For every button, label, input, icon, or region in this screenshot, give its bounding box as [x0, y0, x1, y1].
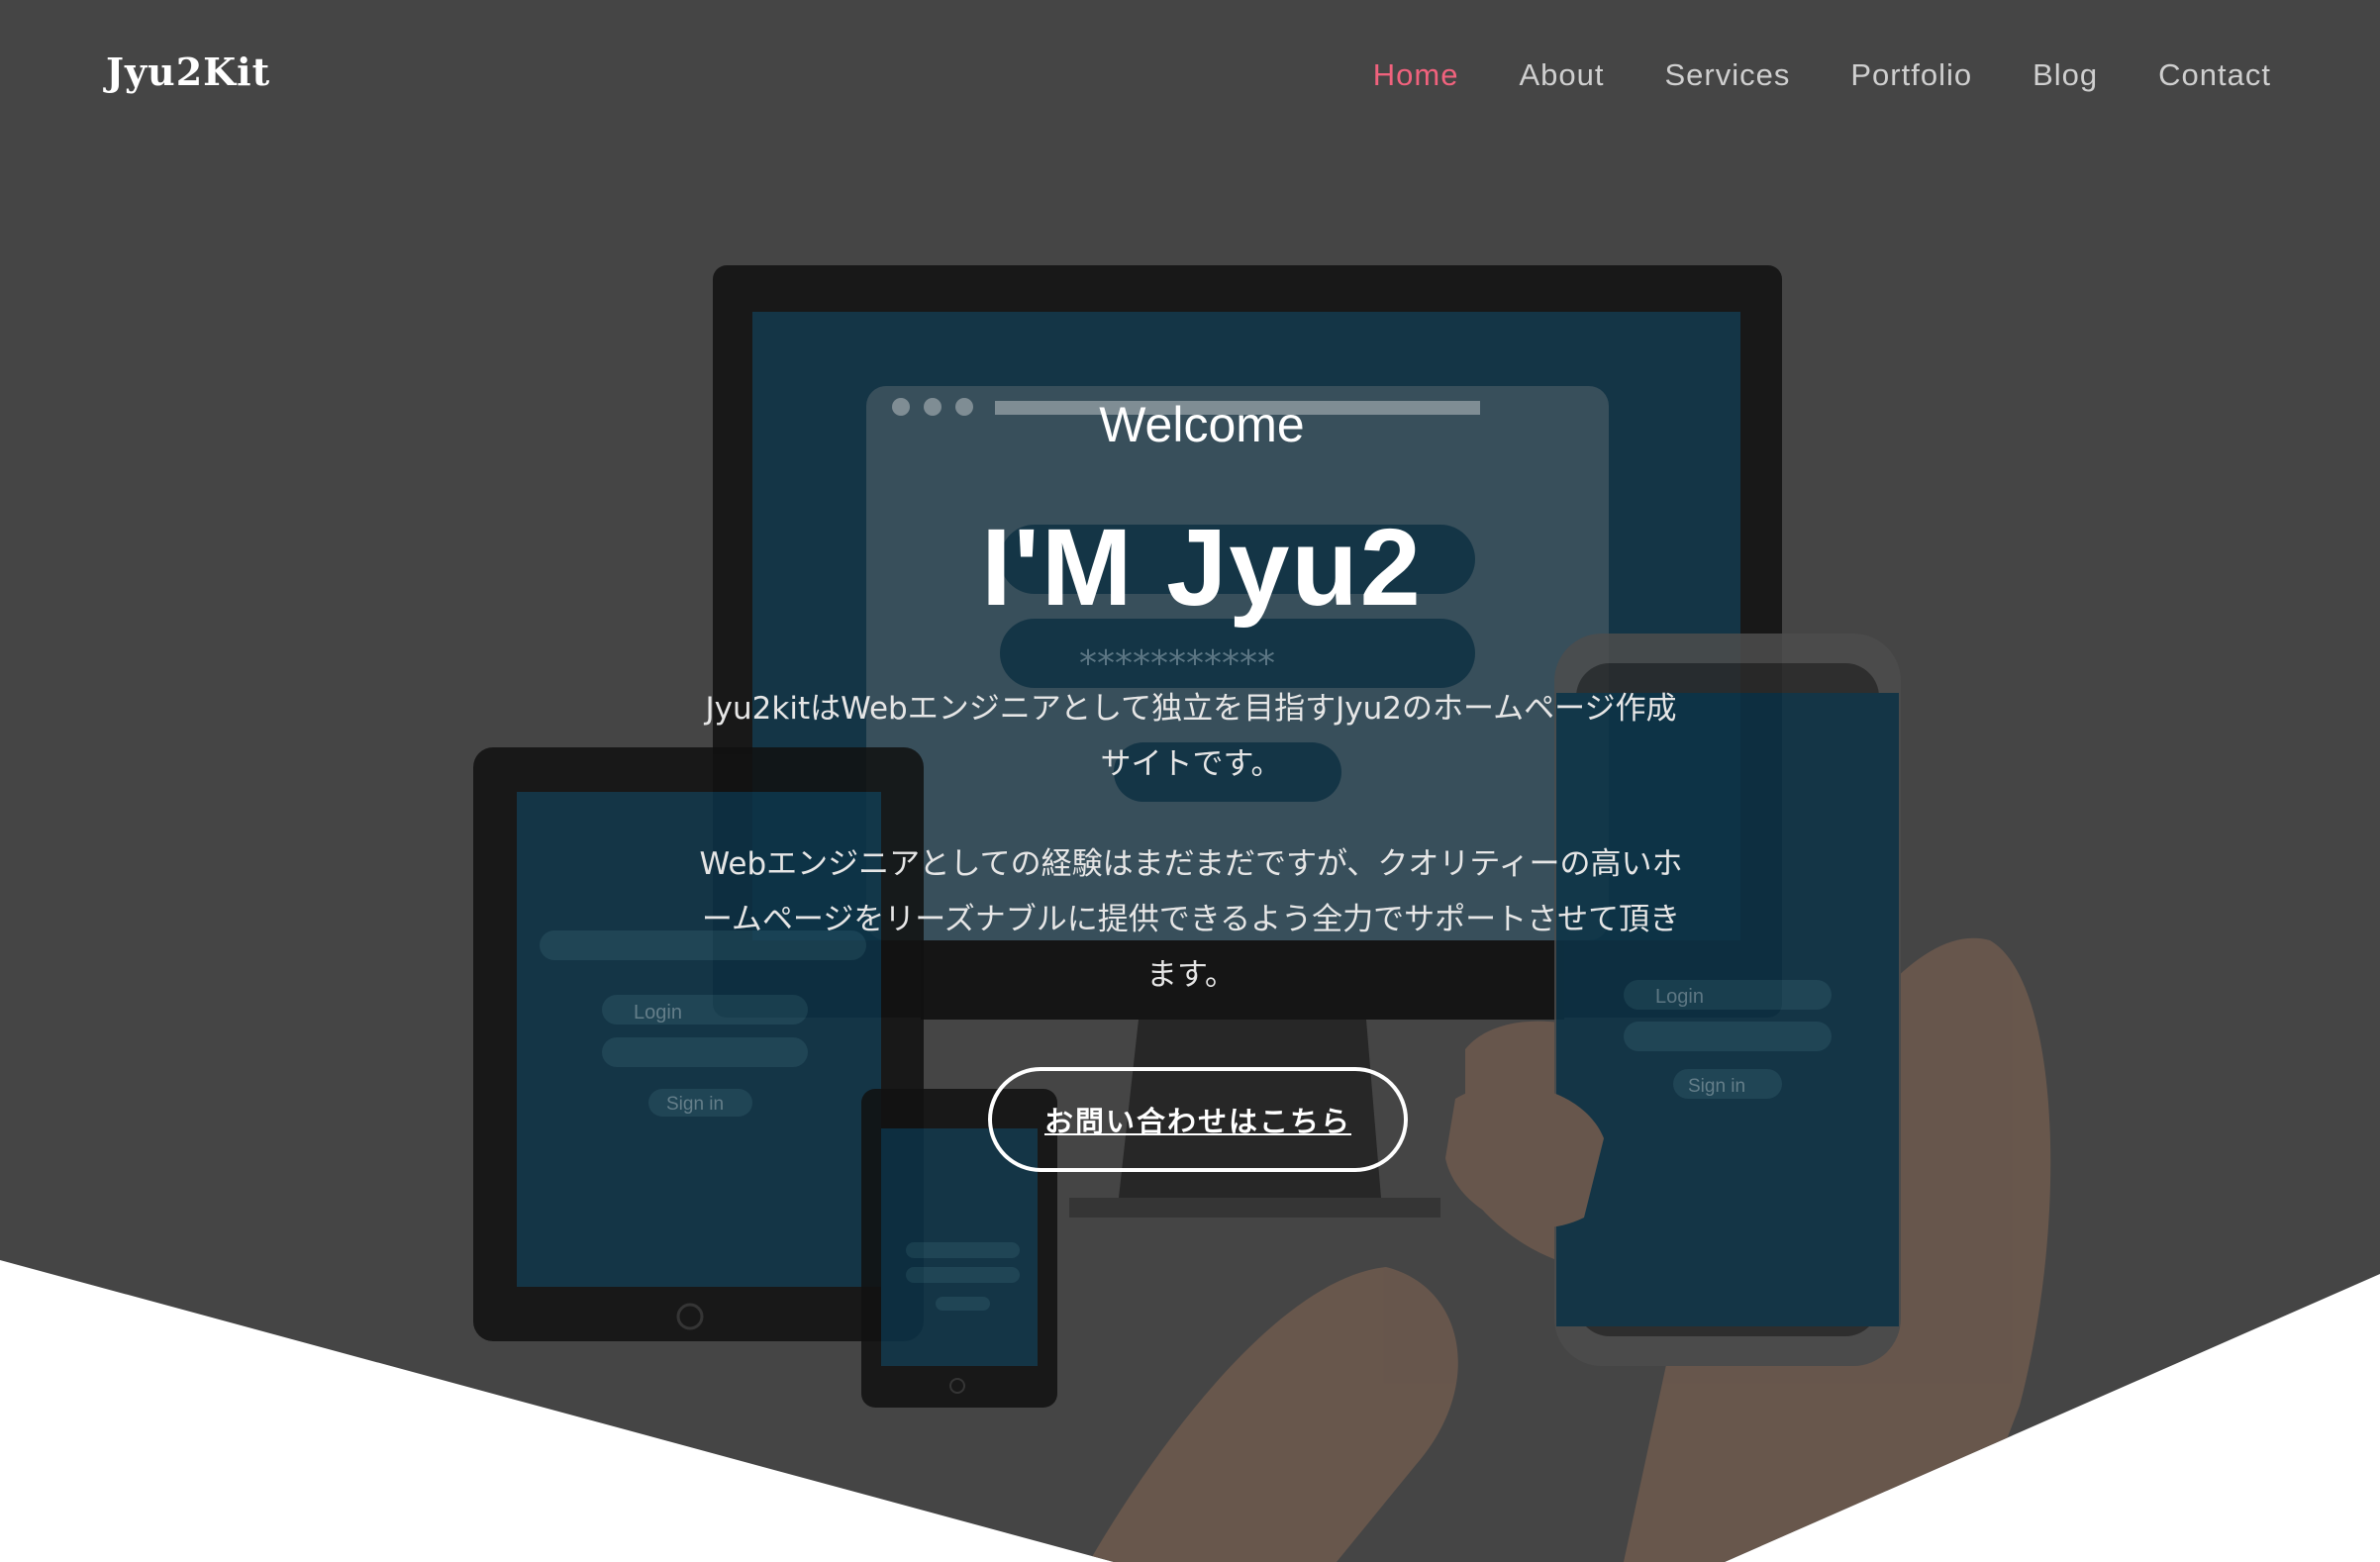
tablet-signin-text: Sign in — [666, 1094, 724, 1115]
nav-link-blog[interactable]: Blog — [2033, 57, 2098, 92]
brand-logo[interactable]: Jyu2Kit — [106, 49, 270, 94]
nav-link-home[interactable]: Home — [1373, 57, 1459, 92]
nav-link-contact[interactable]: Contact — [2158, 57, 2271, 92]
hero-description-text: Webエンジニアとしての経験はまだまだですが、クオリティーの高いホームページをリ… — [699, 846, 1683, 993]
nav-link-about[interactable]: About — [1519, 57, 1604, 92]
contact-cta-button[interactable]: お問い合わせはこちら — [988, 1067, 1408, 1172]
tablet-login-text: Login — [634, 1002, 682, 1024]
nav-link-portfolio[interactable]: Portfolio — [1850, 57, 1972, 92]
top-navbar: Jyu2Kit Home About Services Portfolio Bl… — [0, 0, 2380, 158]
hero-intro-text: Jyu2kitはWebエンジニアとして独立を目指すJyu2のホームページ作成サイ… — [705, 691, 1677, 782]
hero-headline: I'M Jyu2 — [981, 507, 1423, 629]
phone-signin-text: Sign in — [1688, 1076, 1745, 1097]
mockup-password-text: *********** — [1079, 643, 1275, 684]
nav-link-services[interactable]: Services — [1665, 57, 1791, 92]
main-nav: Home About Services Portfolio Blog Conta… — [1373, 57, 2271, 93]
welcome-subtitle: Welcome — [1099, 397, 1305, 452]
